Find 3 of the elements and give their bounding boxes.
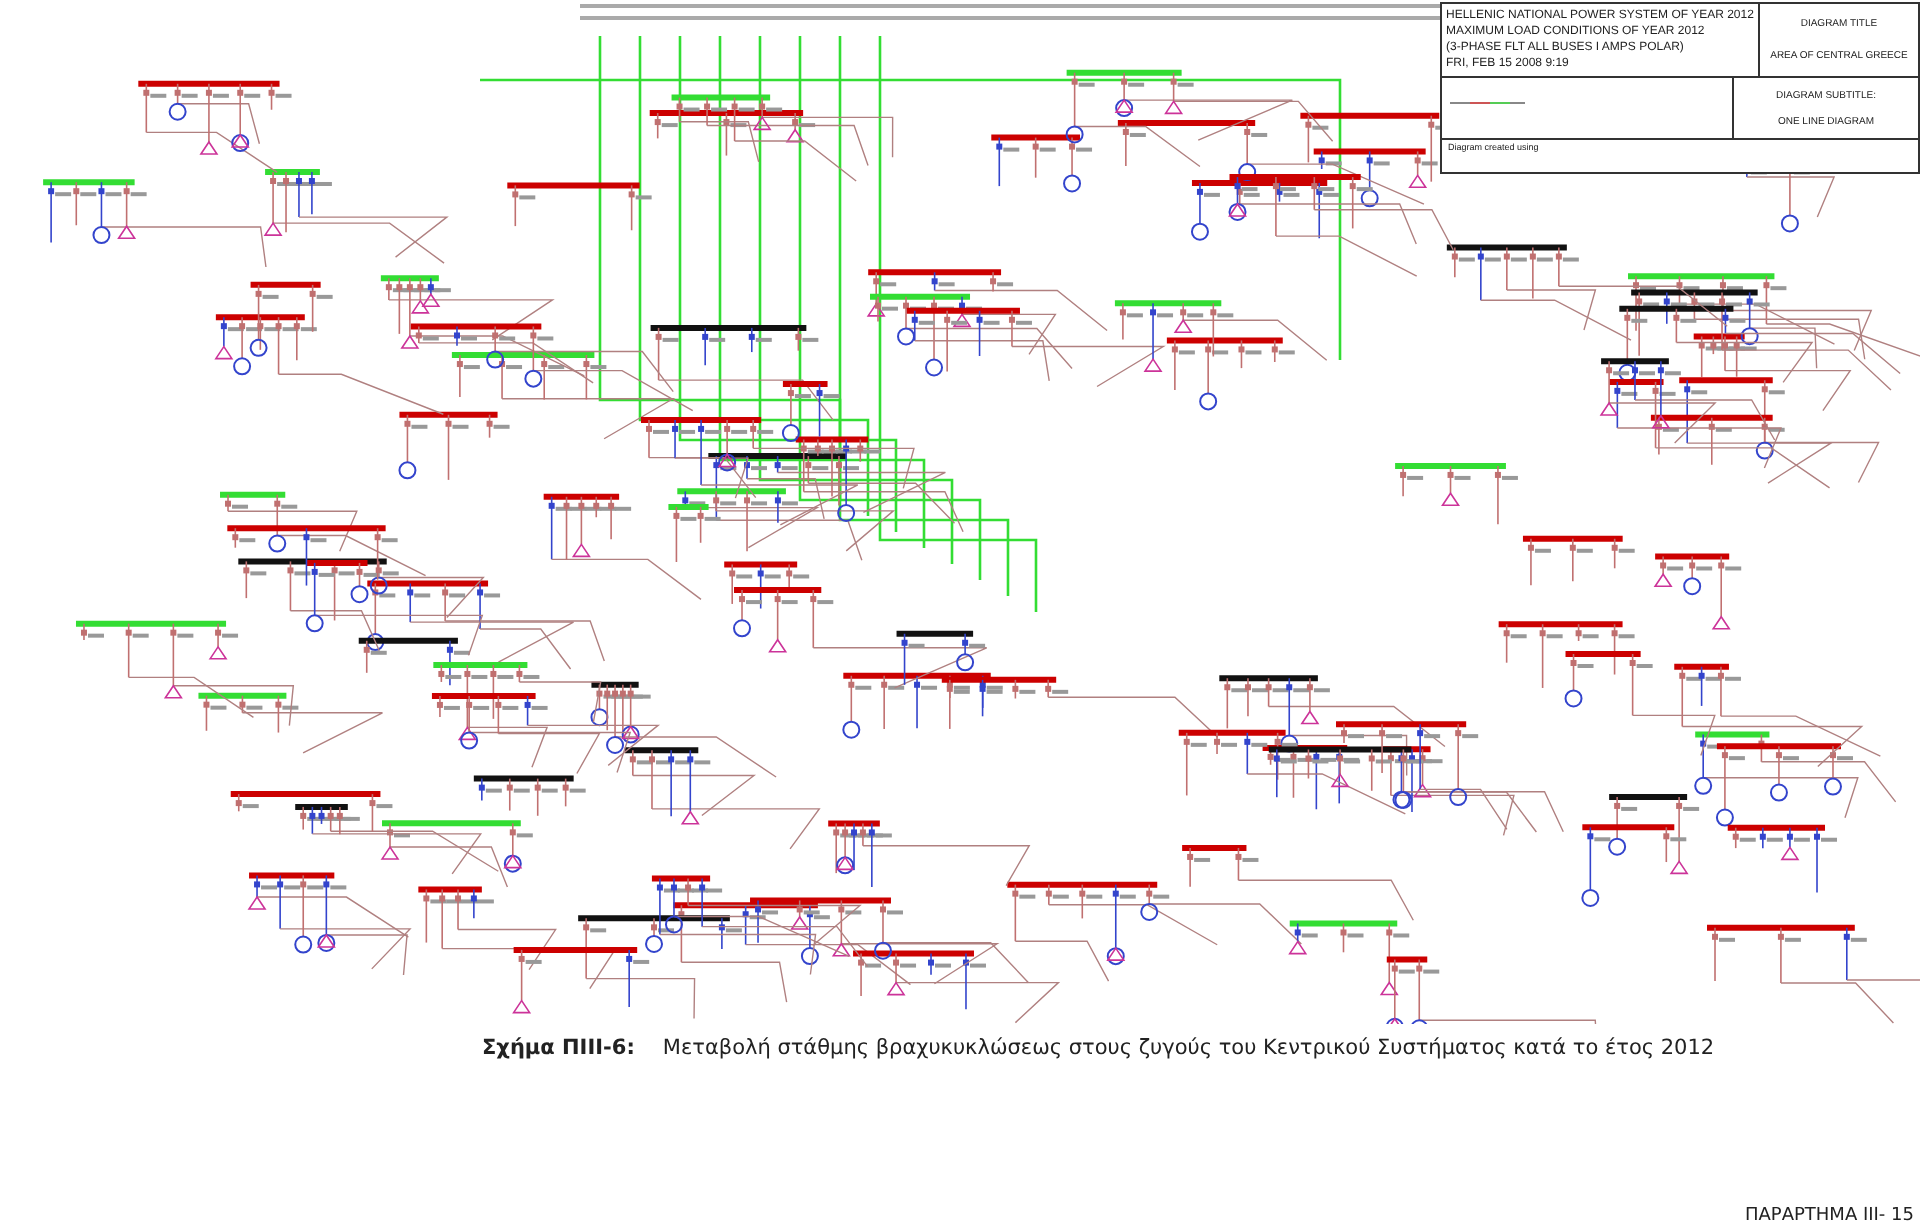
page-number: ΠΑΡΑΡΤΗΜΑ ΙΙΙ- 15 xyxy=(1744,1206,1914,1226)
figure-caption: Μεταβολή στάθμης βραχυκυκλώσεως στους ζυγούς του Κεντρικού Συστήματος κατά το έτος 2012 xyxy=(662,1036,1715,1060)
figure-label: Σχήμα ΠΙΙΙ-6: xyxy=(482,1036,635,1060)
